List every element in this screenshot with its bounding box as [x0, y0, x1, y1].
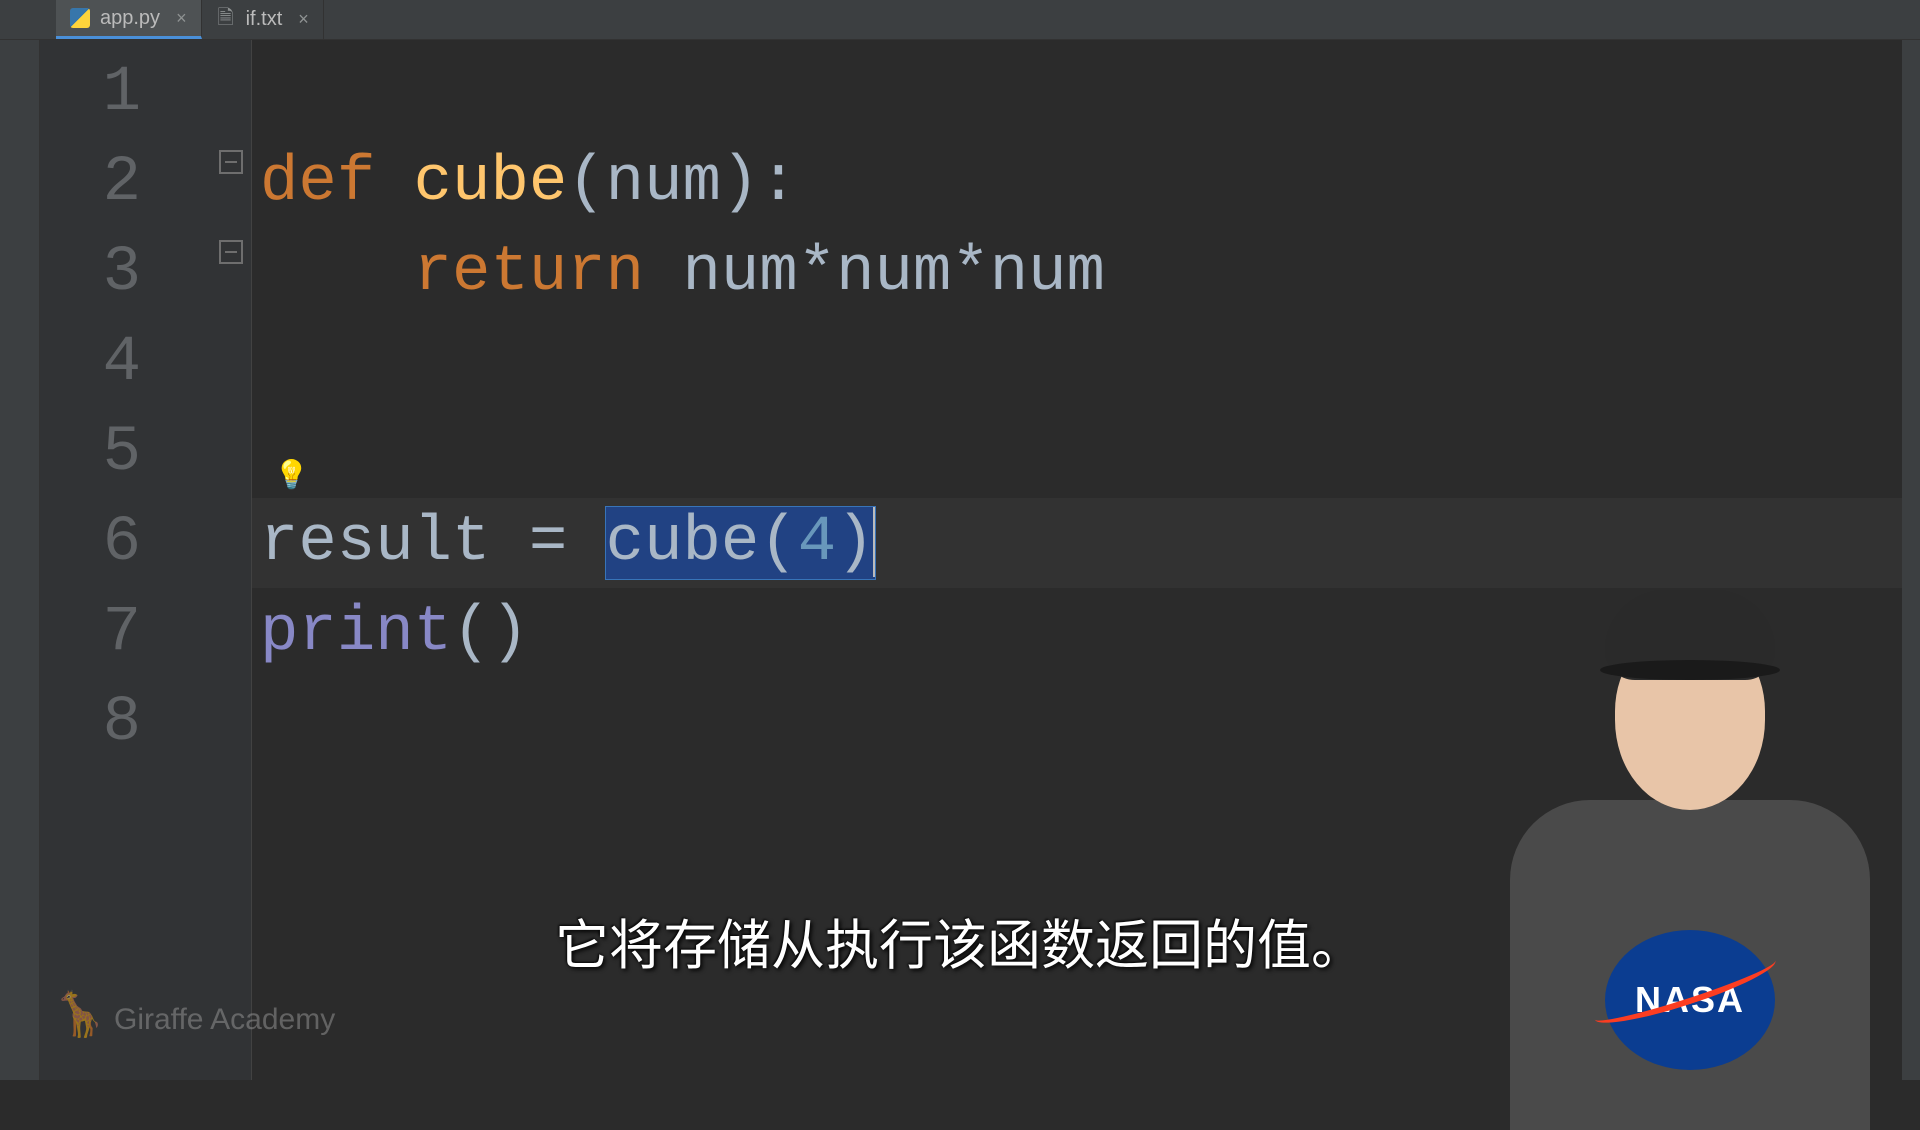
close-icon[interactable]: × [298, 9, 309, 30]
line-number: 5 [40, 408, 251, 498]
giraffe-icon: 🦒 [52, 996, 100, 1044]
line-number: 8 [40, 678, 251, 768]
line-number: 4 [40, 318, 251, 408]
text-selection: cube(4) [606, 507, 875, 579]
tab-if-txt[interactable]: 🗎 if.txt × [202, 0, 324, 39]
tab-label: app.py [100, 7, 160, 30]
left-tool-sidebar[interactable] [0, 40, 40, 1080]
fold-toggle-icon[interactable] [219, 240, 243, 264]
text-cursor [873, 507, 876, 577]
python-icon [70, 8, 90, 28]
gutter: 1 2 3 4 5 6 7 8 [40, 40, 252, 1080]
code-line-1[interactable] [252, 48, 1920, 138]
code-line-3[interactable]: return num*num*num [252, 228, 1920, 318]
subtitle-text: 它将存储从执行该函数返回的值。 [555, 901, 1365, 980]
tab-app-py[interactable]: app.py × [56, 0, 202, 39]
presenter-shirt: NASA [1510, 800, 1870, 1130]
presenter-video: NASA [1500, 560, 1880, 1080]
watermark-label: Giraffe Academy [114, 1003, 335, 1037]
scrollbar[interactable] [1902, 40, 1920, 1080]
tab-bar: app.py × 🗎 if.txt × [0, 0, 1920, 40]
close-icon[interactable]: × [176, 8, 187, 29]
watermark: 🦒 Giraffe Academy [52, 996, 335, 1044]
line-number: 6 [40, 498, 251, 588]
file-icon: 🗎 [216, 10, 236, 30]
code-line-4[interactable] [252, 318, 1920, 408]
nasa-logo: NASA [1605, 930, 1775, 1070]
code-line-5[interactable] [252, 408, 1920, 498]
fold-toggle-icon[interactable] [219, 150, 243, 174]
code-line-2[interactable]: def cube(num): [252, 138, 1920, 228]
line-number: 7 [40, 588, 251, 678]
tab-label: if.txt [246, 8, 283, 31]
line-number: 1 [40, 48, 251, 138]
